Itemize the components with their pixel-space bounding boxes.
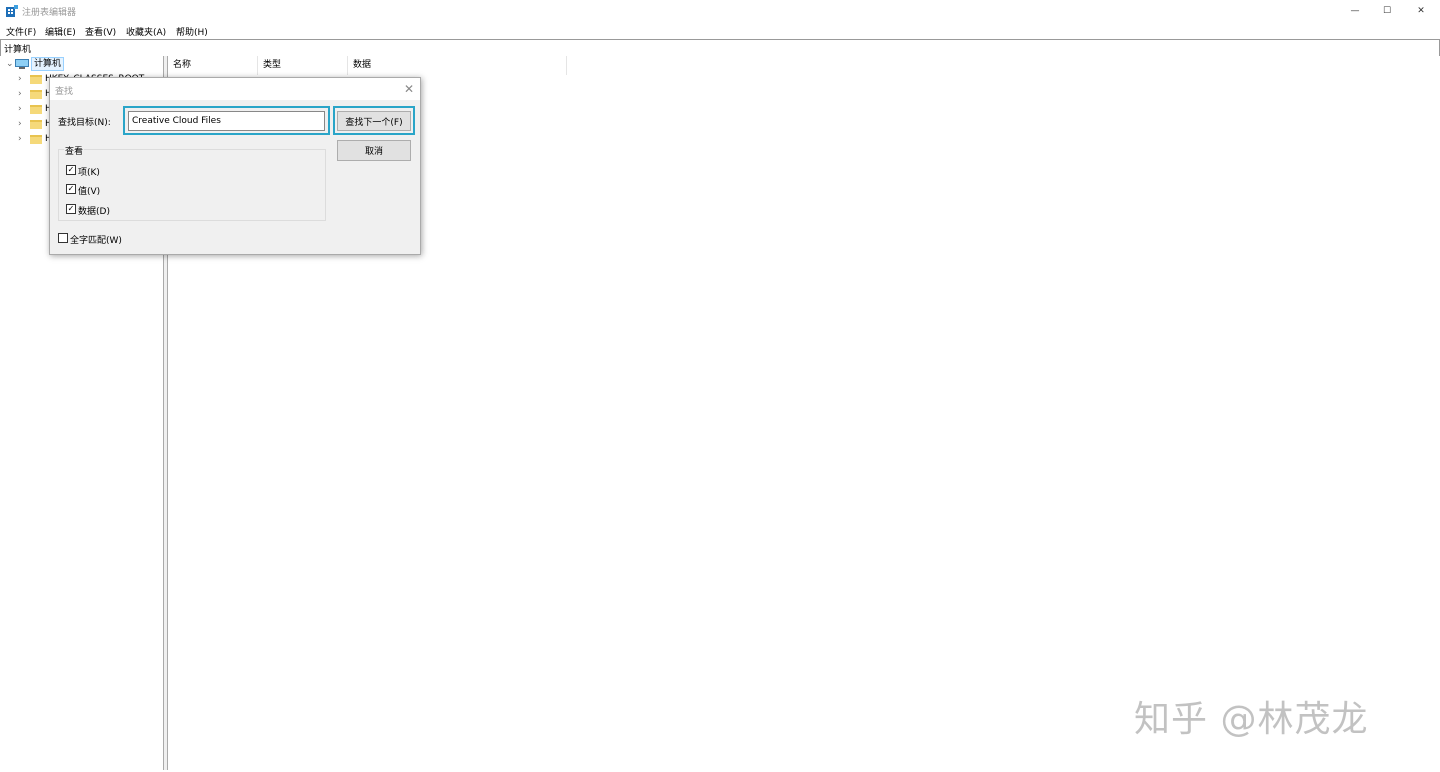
folder-icon [30,105,42,114]
chevron-right-icon[interactable]: › [18,72,22,87]
checkbox-match-whole[interactable] [58,233,68,243]
column-header-name[interactable]: 名称 [168,56,258,75]
maximize-icon: ☐ [1382,6,1392,16]
tree-root[interactable]: ⌄ 计算机 [0,57,163,72]
folder-icon [30,90,42,99]
menu-help[interactable]: 帮助(H) [176,25,208,38]
find-target-label: 查找目标(N): [58,118,111,128]
menu-favorites[interactable]: 收藏夹(A) [126,25,166,38]
checkbox-data-label[interactable]: 数据(D) [78,204,110,217]
menu-view[interactable]: 查看(V) [85,25,116,38]
find-next-button[interactable]: 查找下一个(F) [337,111,411,131]
column-header-data[interactable]: 数据 [348,56,567,75]
menu-edit[interactable]: 编辑(E) [45,25,76,38]
checkbox-data[interactable]: ✓ [66,204,76,214]
menu-file[interactable]: 文件(F) [6,25,36,38]
watermark: 知乎 @林茂龙 [1134,699,1369,740]
look-at-group-label: 查看 [64,144,85,157]
close-icon[interactable]: ✕ [404,82,414,96]
find-target-input[interactable] [128,111,325,131]
find-dialog-titlebar[interactable]: 查找 ✕ [50,78,420,100]
folder-icon [30,75,42,84]
chevron-right-icon[interactable]: › [18,102,22,117]
chevron-right-icon[interactable]: › [18,87,22,102]
checkbox-keys[interactable]: ✓ [66,165,76,175]
checkbox-values-label[interactable]: 值(V) [78,184,100,197]
window-title: 注册表编辑器 [22,8,77,18]
title-bar: 注册表编辑器 — ☐ ✕ [0,0,1440,22]
checkbox-match-whole-label[interactable]: 全字匹配(W) [70,233,122,246]
chevron-right-icon[interactable]: › [18,132,22,147]
tree-root-label: 计算机 [31,57,65,71]
registry-editor-icon [6,5,18,17]
close-icon: ✕ [1417,6,1425,16]
find-dialog-title: 查找 [55,87,74,97]
chevron-right-icon[interactable]: › [18,117,22,132]
find-target-focus-ring [123,106,330,135]
minimize-icon: — [1350,6,1360,16]
expand-down-icon[interactable]: ⌄ [6,57,14,72]
minimize-button[interactable]: — [1338,0,1372,22]
find-dialog: 查找 ✕ 查找目标(N): 查找下一个(F) 取消 查看 ✓ 项(K) ✓ 值(… [49,77,421,255]
column-header-type[interactable]: 类型 [258,56,348,75]
checkbox-values[interactable]: ✓ [66,184,76,194]
checkbox-keys-label[interactable]: 项(K) [78,165,100,178]
close-button[interactable]: ✕ [1404,0,1438,22]
address-bar[interactable]: 计算机 [0,39,1440,57]
cancel-button[interactable]: 取消 [337,140,411,161]
maximize-button[interactable]: ☐ [1370,0,1404,22]
folder-icon [30,120,42,129]
address-path: 计算机 [4,45,32,55]
find-next-focus-ring: 查找下一个(F) [333,106,415,135]
computer-icon [15,59,29,69]
menu-bar: 文件(F) 编辑(E) 查看(V) 收藏夹(A) 帮助(H) [0,22,1440,39]
folder-icon [30,135,42,144]
